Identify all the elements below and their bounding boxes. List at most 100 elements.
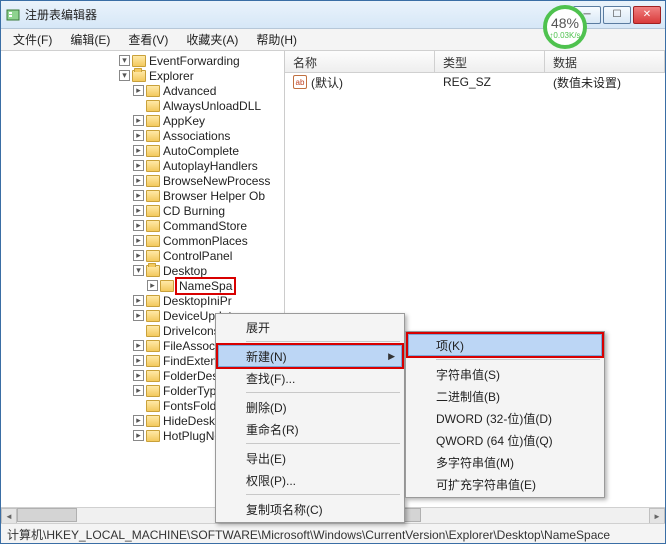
string-value-icon: ab (293, 75, 307, 89)
tree-node[interactable]: ▸ NameSpa (3, 278, 284, 293)
expand-icon[interactable]: ▸ (133, 145, 144, 156)
menu-edit[interactable]: 编辑(E) (62, 29, 118, 50)
statusbar: 计算机\HKEY_LOCAL_MACHINE\SOFTWARE\Microsof… (1, 523, 665, 543)
expand-icon[interactable]: ▸ (133, 130, 144, 141)
menu-item-label: 展开 (246, 319, 270, 336)
column-headers: 名称 类型 数据 (285, 51, 665, 73)
list-row[interactable]: ab (默认) REG_SZ (数值未设置) (285, 73, 665, 91)
scroll-right-icon[interactable]: ► (649, 508, 665, 523)
tree-node[interactable]: ▸Associations (3, 128, 284, 143)
ctx-item[interactable]: 导出(E) (218, 447, 402, 469)
menu-item-label: 复制项名称(C) (246, 501, 323, 518)
tree-node[interactable]: ▸CommandStore (3, 218, 284, 233)
col-type[interactable]: 类型 (435, 51, 545, 72)
expand-icon[interactable]: ▸ (133, 205, 144, 216)
tree-node[interactable]: ▾Explorer (3, 68, 284, 83)
expand-icon[interactable]: ▸ (133, 430, 144, 441)
tree-label: DriveIcons (163, 324, 220, 338)
menu-view[interactable]: 查看(V) (120, 29, 176, 50)
folder-icon (146, 400, 160, 412)
ctx-item[interactable]: 复制项名称(C) (218, 498, 402, 520)
folder-icon (146, 115, 160, 127)
tree-node[interactable]: ▾EventForwarding (3, 53, 284, 68)
app-icon (5, 7, 21, 23)
tree-node[interactable]: ▸AutoplayHandlers (3, 158, 284, 173)
tree-node[interactable]: ▸ AppKey (3, 113, 284, 128)
menu-item-label: 重命名(R) (246, 421, 299, 438)
tree-spacer (133, 325, 144, 336)
collapse-icon[interactable]: ▾ (119, 55, 130, 66)
tree-node[interactable]: ▸Browser Helper Ob (3, 188, 284, 203)
tree-label: AppKey (163, 114, 205, 128)
expand-icon[interactable]: ▸ (133, 385, 144, 396)
menu-favorites[interactable]: 收藏夹(A) (178, 29, 246, 50)
tree-node[interactable]: ▸Advanced (3, 83, 284, 98)
col-name[interactable]: 名称 (285, 51, 435, 72)
tree-node[interactable]: ▸BrowseNewProcess (3, 173, 284, 188)
ctx-item[interactable]: 新建(N)▶ (218, 345, 402, 367)
menu-help[interactable]: 帮助(H) (248, 29, 305, 50)
menu-item-label: 项(K) (436, 337, 464, 354)
menu-item-label: 可扩充字符串值(E) (436, 476, 536, 493)
collapse-icon[interactable]: ▾ (119, 70, 130, 81)
ctx-item[interactable]: 权限(P)... (218, 469, 402, 491)
expand-icon[interactable]: ▸ (133, 355, 144, 366)
tree-node[interactable]: AlwaysUnloadDLL (3, 98, 284, 113)
tree-spacer (133, 400, 144, 411)
folder-icon (146, 85, 160, 97)
ctx-new-item[interactable]: QWORD (64 位)值(Q) (408, 429, 602, 451)
menu-separator (436, 359, 600, 360)
folder-icon (146, 295, 160, 307)
speed-rate: ↑0.03K/s (549, 31, 580, 40)
tree-label: Desktop (163, 264, 207, 278)
scroll-thumb[interactable] (17, 508, 77, 522)
tree-node[interactable]: ▸ ControlPanel (3, 248, 284, 263)
scroll-left-icon[interactable]: ◄ (1, 508, 17, 523)
ctx-item[interactable]: 重命名(R) (218, 418, 402, 440)
tree-spacer (133, 100, 144, 111)
menu-item-label: 字符串值(S) (436, 366, 500, 383)
expand-icon[interactable]: ▸ (133, 160, 144, 171)
expand-icon[interactable]: ▸ (133, 340, 144, 351)
col-data[interactable]: 数据 (545, 51, 665, 72)
ctx-new-item[interactable]: DWORD (32-位)值(D) (408, 407, 602, 429)
tree-label: NameSpa (175, 277, 236, 295)
tree-node[interactable]: ▸CD Burning (3, 203, 284, 218)
tree-label: ControlPanel (163, 249, 232, 263)
expand-icon[interactable]: ▸ (133, 295, 144, 306)
expand-icon[interactable]: ▸ (133, 310, 144, 321)
ctx-new-item[interactable]: 字符串值(S) (408, 363, 602, 385)
expand-icon[interactable]: ▸ (147, 280, 158, 291)
tree-node[interactable]: ▾ Desktop (3, 263, 284, 278)
ctx-item[interactable]: 查找(F)... (218, 367, 402, 389)
expand-icon[interactable]: ▸ (133, 175, 144, 186)
menu-separator (246, 341, 400, 342)
expand-icon[interactable]: ▸ (133, 190, 144, 201)
collapse-icon[interactable]: ▾ (133, 265, 144, 276)
tree-label: AutoComplete (163, 144, 239, 158)
tree-node[interactable]: ▸DesktopIniPr (3, 293, 284, 308)
tree-label: CommonPlaces (163, 234, 248, 248)
expand-icon[interactable]: ▸ (133, 85, 144, 96)
expand-icon[interactable]: ▸ (133, 235, 144, 246)
expand-icon[interactable]: ▸ (133, 220, 144, 231)
expand-icon[interactable]: ▸ (133, 115, 144, 126)
folder-icon (146, 325, 160, 337)
folder-icon (146, 205, 160, 217)
folder-icon (146, 310, 160, 322)
folder-icon (146, 220, 160, 232)
ctx-new-item[interactable]: 二进制值(B) (408, 385, 602, 407)
maximize-button[interactable]: ☐ (603, 6, 631, 24)
expand-icon[interactable]: ▸ (133, 250, 144, 261)
menu-file[interactable]: 文件(F) (5, 29, 60, 50)
tree-node[interactable]: ▸ CommonPlaces (3, 233, 284, 248)
ctx-item[interactable]: 展开 (218, 316, 402, 338)
ctx-item[interactable]: 删除(D) (218, 396, 402, 418)
ctx-new-item[interactable]: 项(K) (408, 334, 602, 356)
close-button[interactable]: ✕ (633, 6, 661, 24)
ctx-new-item[interactable]: 多字符串值(M) (408, 451, 602, 473)
tree-node[interactable]: ▸ AutoComplete (3, 143, 284, 158)
expand-icon[interactable]: ▸ (133, 415, 144, 426)
ctx-new-item[interactable]: 可扩充字符串值(E) (408, 473, 602, 495)
expand-icon[interactable]: ▸ (133, 370, 144, 381)
